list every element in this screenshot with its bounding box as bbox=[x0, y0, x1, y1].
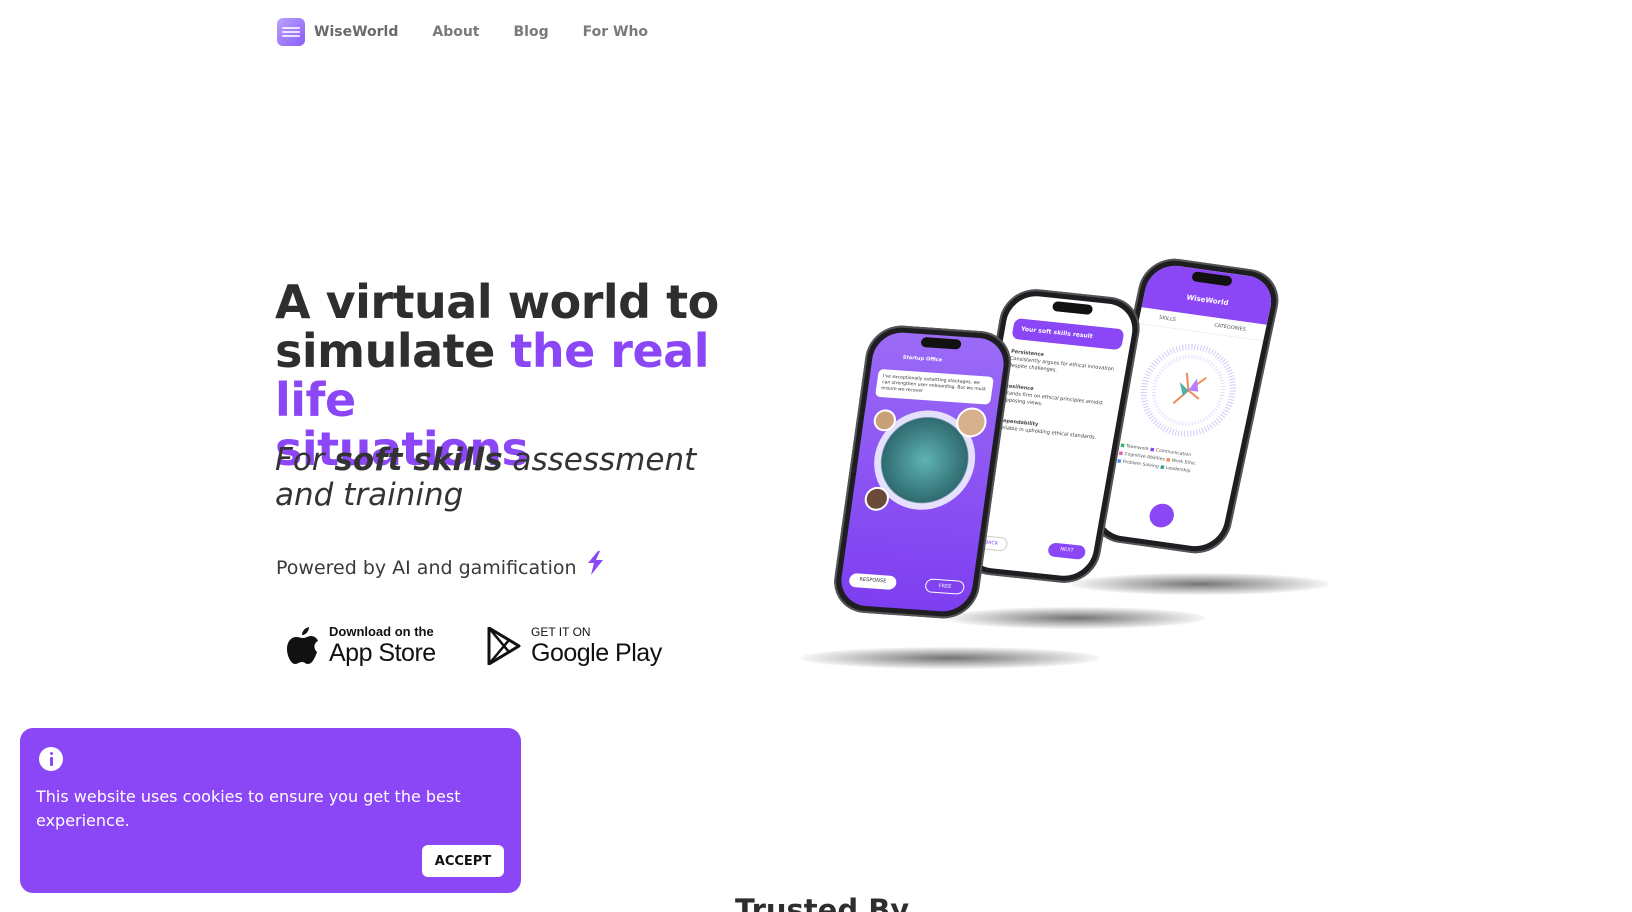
app-store-text: Download on the App Store bbox=[329, 624, 436, 668]
mid-header: Your soft skills result bbox=[1011, 317, 1125, 351]
mid-next-button[interactable]: NEXT bbox=[1046, 542, 1087, 560]
subtitle-post: assessment bbox=[502, 442, 697, 478]
phone-shadow-back bbox=[1070, 573, 1330, 595]
hero-title-line2: simulate bbox=[275, 324, 511, 378]
phone-shadow-mid bbox=[945, 607, 1205, 629]
phone-front: Startup Office I've exceptionally outwit… bbox=[829, 323, 1016, 621]
radar-chart-graphic bbox=[1140, 343, 1236, 437]
avatar-2 bbox=[953, 406, 988, 439]
legend-5: Problem Solving bbox=[1122, 459, 1160, 470]
accept-cookies-button[interactable]: ACCEPT bbox=[422, 845, 504, 877]
nav-link-for-who[interactable]: For Who bbox=[583, 24, 648, 40]
phone-shadow-front bbox=[800, 647, 1100, 669]
back-tab-skills[interactable]: SKILLS bbox=[1159, 315, 1177, 323]
nav-link-blog[interactable]: Blog bbox=[514, 24, 549, 40]
app-store-button[interactable]: Download on the App Store bbox=[287, 622, 436, 670]
google-play-text: GET IT ON Google Play bbox=[531, 625, 662, 667]
trusted-by-heading: Trusted By bbox=[735, 893, 910, 912]
powered-text: Powered by AI and gamification bbox=[276, 557, 577, 579]
avatar-1 bbox=[871, 408, 897, 432]
hero-subtitle: For soft skills assessment and training bbox=[275, 443, 735, 513]
front-response-button[interactable]: RESPONSE bbox=[848, 572, 898, 591]
google-play-big: Google Play bbox=[531, 639, 662, 667]
brand-link[interactable]: WiseWorld bbox=[314, 24, 398, 40]
back-home-button[interactable] bbox=[1147, 502, 1177, 529]
subtitle-line2: and training bbox=[275, 477, 464, 513]
phone-front-screen: Startup Office I've exceptionally outwit… bbox=[837, 330, 1008, 614]
front-free-button[interactable]: FREE bbox=[924, 578, 966, 595]
cookie-banner: This website uses cookies to ensure you … bbox=[20, 728, 521, 893]
app-store-small: Download on the bbox=[329, 624, 434, 639]
wiseworld-logo-icon[interactable] bbox=[277, 18, 305, 46]
app-store-big: App Store bbox=[329, 639, 436, 667]
google-play-icon bbox=[487, 627, 521, 665]
front-bubble: I've exceptionally outwitting stackages,… bbox=[875, 368, 994, 405]
google-play-button[interactable]: GET IT ON Google Play bbox=[487, 622, 662, 670]
phone-mockups: WiseWorld SKILLS CATEGORIES ■ Teamwork ■… bbox=[800, 254, 1360, 685]
legend-4: Work Ethic bbox=[1171, 458, 1197, 467]
lightning-icon bbox=[587, 551, 603, 575]
mid-item-2-desc: Stands firm on ethical principles amidst… bbox=[1002, 390, 1104, 408]
mid-item-3-desc: Reliable in upholding ethical standards. bbox=[997, 424, 1097, 441]
scene-circle-image bbox=[862, 406, 988, 514]
subtitle-pre: For bbox=[275, 442, 335, 478]
mid-item-1-desc: Consistently argues for ethical innovati… bbox=[1008, 355, 1115, 374]
nav-link-about[interactable]: About bbox=[432, 24, 479, 40]
cookie-text: This website uses cookies to ensure you … bbox=[36, 787, 461, 830]
hero-title-line1: A virtual world to bbox=[275, 275, 719, 329]
avatar-3 bbox=[862, 486, 890, 512]
google-play-small: GET IT ON bbox=[531, 625, 591, 639]
info-icon bbox=[39, 747, 63, 771]
legend-1: Teamwork bbox=[1125, 444, 1150, 453]
legend-6: Leadership bbox=[1165, 465, 1191, 475]
back-tab-categories[interactable]: CATEGORIES bbox=[1214, 323, 1247, 333]
subtitle-bold: soft skills bbox=[334, 442, 503, 478]
powered-by: Powered by AI and gamification bbox=[276, 551, 605, 579]
apple-icon bbox=[287, 627, 318, 664]
top-nav: WiseWorld About Blog For Who bbox=[277, 17, 682, 47]
front-header: Startup Office bbox=[902, 354, 943, 364]
